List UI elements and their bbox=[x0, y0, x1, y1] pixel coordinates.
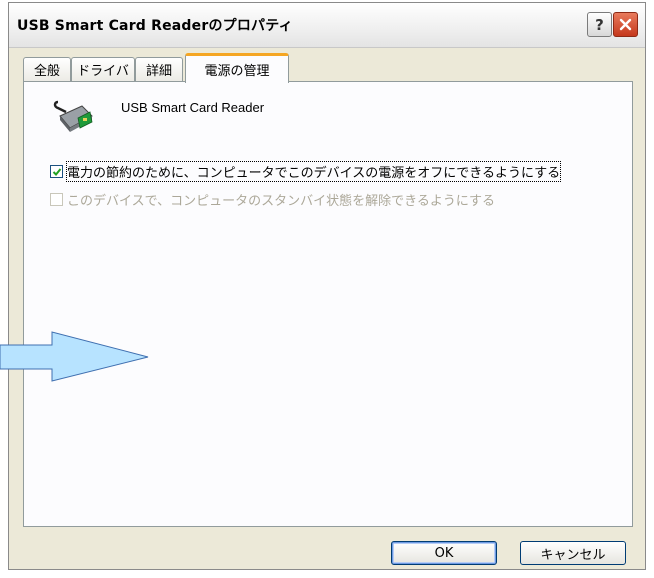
close-button[interactable] bbox=[613, 12, 638, 37]
window-title: USB Smart Card Readerのプロパティ bbox=[17, 18, 293, 34]
tab-details[interactable]: 詳細 bbox=[135, 57, 183, 81]
help-button[interactable]: ? bbox=[587, 12, 612, 37]
right-arrow-icon bbox=[0, 331, 149, 382]
close-icon bbox=[619, 18, 632, 31]
power-management-panel: USB Smart Card Reader 電力の節約のために、コンピュータでこ… bbox=[23, 81, 633, 527]
tab-driver[interactable]: ドライバ bbox=[71, 57, 135, 81]
ok-button[interactable]: OK bbox=[391, 541, 497, 565]
allow-wake-option: このデバイスで、コンピュータのスタンバイ状態を解除できるようにする bbox=[50, 190, 495, 209]
allow-wake-label: このデバイスで、コンピュータのスタンバイ状態を解除できるようにする bbox=[67, 194, 495, 209]
tab-general[interactable]: 全般 bbox=[23, 57, 71, 81]
checkmark-icon bbox=[52, 167, 61, 176]
allow-power-off-checkbox[interactable] bbox=[50, 165, 63, 178]
smart-card-reader-icon bbox=[53, 100, 93, 132]
cancel-button[interactable]: キャンセル bbox=[520, 541, 626, 565]
tab-power-management[interactable]: 電源の管理 bbox=[185, 53, 289, 83]
allow-power-off-label[interactable]: 電力の節約のために、コンピュータでこのデバイスの電源をオフにできるようにする bbox=[65, 161, 562, 182]
allow-power-off-option[interactable]: 電力の節約のために、コンピュータでこのデバイスの電源をオフにできるようにする bbox=[50, 161, 562, 182]
allow-wake-checkbox bbox=[50, 193, 63, 206]
title-bar[interactable]: USB Smart Card Readerのプロパティ ? bbox=[9, 3, 645, 48]
device-name: USB Smart Card Reader bbox=[121, 100, 265, 115]
properties-dialog: USB Smart Card Readerのプロパティ ? 全般 ドライバ 詳細… bbox=[8, 2, 646, 570]
